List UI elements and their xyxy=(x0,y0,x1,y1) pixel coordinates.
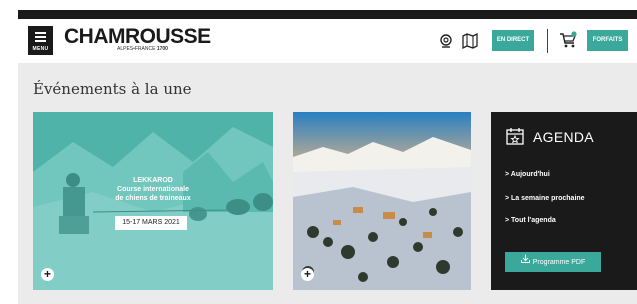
event-title: LEKKAROD xyxy=(133,177,173,184)
event-subtitle-line1: Course internationale xyxy=(117,186,189,193)
site-header: MENU CHAMROUSSE ALPES•FRANCE 1700 EN DIR… xyxy=(18,19,637,63)
pdf-button-label: Programme PDF xyxy=(532,258,586,266)
main-content: Événements à la une LEKKAROD Course inte… xyxy=(18,63,637,304)
logo-tagline-altitude: 1700 xyxy=(156,46,168,52)
menu-label: MENU xyxy=(32,46,49,52)
agenda-link-today[interactable]: > Aujourd'hui xyxy=(505,171,550,178)
site-logo[interactable]: CHAMROUSSE ALPES•FRANCE 1700 xyxy=(64,25,211,55)
calendar-star-icon xyxy=(505,126,525,146)
logo-tagline-prefix: ALPES•FRANCE xyxy=(117,46,157,52)
section-title: Événements à la une xyxy=(33,80,192,98)
hamburger-icon-line xyxy=(35,40,46,42)
hamburger-icon-line xyxy=(35,36,46,38)
hamburger-icon xyxy=(35,32,46,34)
menu-button[interactable]: MENU xyxy=(28,26,53,55)
resort-aerial-photo xyxy=(293,112,471,290)
agenda-panel: AGENDA > Aujourd'hui > La semaine procha… xyxy=(491,112,637,290)
pdf-program-button[interactable]: Programme PDF xyxy=(505,252,601,272)
webcam-icon[interactable] xyxy=(437,32,455,50)
header-divider xyxy=(547,29,548,53)
agenda-link-all[interactable]: > Tout l'agenda xyxy=(505,217,556,224)
plus-icon[interactable]: + xyxy=(41,268,54,281)
forfaits-button[interactable]: FORFAITS xyxy=(587,30,628,51)
agenda-title: AGENDA xyxy=(533,129,594,145)
cart-icon[interactable] xyxy=(559,31,577,49)
top-strip xyxy=(18,10,637,19)
live-button[interactable]: EN DIRECT xyxy=(492,30,534,51)
plus-icon[interactable]: + xyxy=(301,268,314,281)
event-subtitle-line2: de chiens de traineaux xyxy=(115,195,191,202)
map-icon[interactable] xyxy=(461,32,479,50)
agenda-link-next-week[interactable]: > La semaine prochaine xyxy=(505,195,585,202)
event-date-badge: 15-17 MARS 2021 xyxy=(115,216,187,230)
event-card-lekkarod[interactable]: LEKKAROD Course internationale de chiens… xyxy=(33,112,273,290)
logo-tagline: ALPES•FRANCE 1700 xyxy=(117,46,168,52)
download-icon xyxy=(520,252,530,272)
event-card-photo[interactable]: + xyxy=(293,112,471,290)
